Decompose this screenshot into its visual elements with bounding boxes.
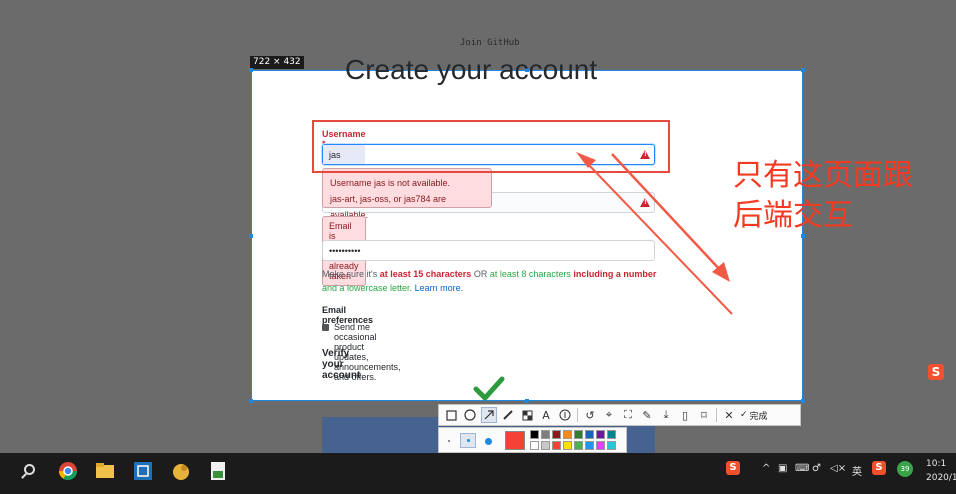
color-swatch[interactable] xyxy=(530,430,539,439)
text-icon[interactable]: A xyxy=(538,407,554,423)
color-swatch[interactable] xyxy=(563,430,572,439)
annotation-text-line: 只有这页面跟 xyxy=(733,158,913,193)
current-color-swatch[interactable] xyxy=(505,431,525,450)
annotation-text: 只有这页面跟 后端交互 xyxy=(733,156,913,236)
color-swatch[interactable] xyxy=(585,430,594,439)
mosaic-icon[interactable] xyxy=(519,407,535,423)
color-swatch[interactable] xyxy=(552,441,561,450)
done-label: 完成 xyxy=(749,411,768,422)
color-swatch[interactable] xyxy=(596,441,605,450)
annotation-arrow-line xyxy=(585,161,733,315)
brush-size-large[interactable] xyxy=(485,438,492,445)
confirm-check-icon[interactable] xyxy=(473,376,505,402)
color-swatch[interactable] xyxy=(530,441,539,450)
scan-icon[interactable]: ⛶ xyxy=(620,407,636,423)
translate-icon[interactable]: ✎ xyxy=(639,407,655,423)
color-palette xyxy=(438,427,627,453)
arrow-icon[interactable] xyxy=(481,407,497,423)
color-swatch[interactable] xyxy=(574,430,583,439)
download-icon[interactable]: ⤓ xyxy=(658,407,674,423)
color-swatch[interactable] xyxy=(541,430,550,439)
color-swatch[interactable] xyxy=(607,441,616,450)
pin-icon[interactable]: ⌖ xyxy=(601,407,617,423)
color-swatch[interactable] xyxy=(596,430,605,439)
rectangle-icon[interactable] xyxy=(443,407,459,423)
brush-size-small[interactable] xyxy=(448,440,450,442)
annotation-text-line: 后端交互 xyxy=(733,198,853,233)
color-swatch[interactable] xyxy=(607,430,616,439)
ellipse-icon[interactable] xyxy=(462,407,478,423)
check-icon: ✓ xyxy=(740,410,748,420)
screenshot-toolbar: A ↺ ⌖ ⛶ ✎ ⤓ ▯ ⌑ ✕ ✓ 完成 xyxy=(438,404,801,426)
phone-icon[interactable]: ▯ xyxy=(677,407,693,423)
done-button[interactable]: ✓ 完成 xyxy=(740,409,768,422)
bookmark-icon[interactable]: ⌑ xyxy=(696,407,712,423)
color-swatch[interactable] xyxy=(552,430,561,439)
toolbar-divider xyxy=(577,408,578,422)
annotation-arrowhead xyxy=(576,152,596,168)
annotation-arrow-line xyxy=(611,153,723,273)
number-icon[interactable] xyxy=(557,407,573,423)
undo-icon[interactable]: ↺ xyxy=(582,407,598,423)
pen-icon[interactable] xyxy=(500,407,516,423)
color-swatch[interactable] xyxy=(574,441,583,450)
color-swatch[interactable] xyxy=(541,441,550,450)
color-swatch[interactable] xyxy=(585,441,594,450)
toolbar-divider xyxy=(716,408,717,422)
brush-size-medium[interactable] xyxy=(460,433,476,448)
close-icon[interactable]: ✕ xyxy=(721,407,737,423)
color-swatch[interactable] xyxy=(563,441,572,450)
